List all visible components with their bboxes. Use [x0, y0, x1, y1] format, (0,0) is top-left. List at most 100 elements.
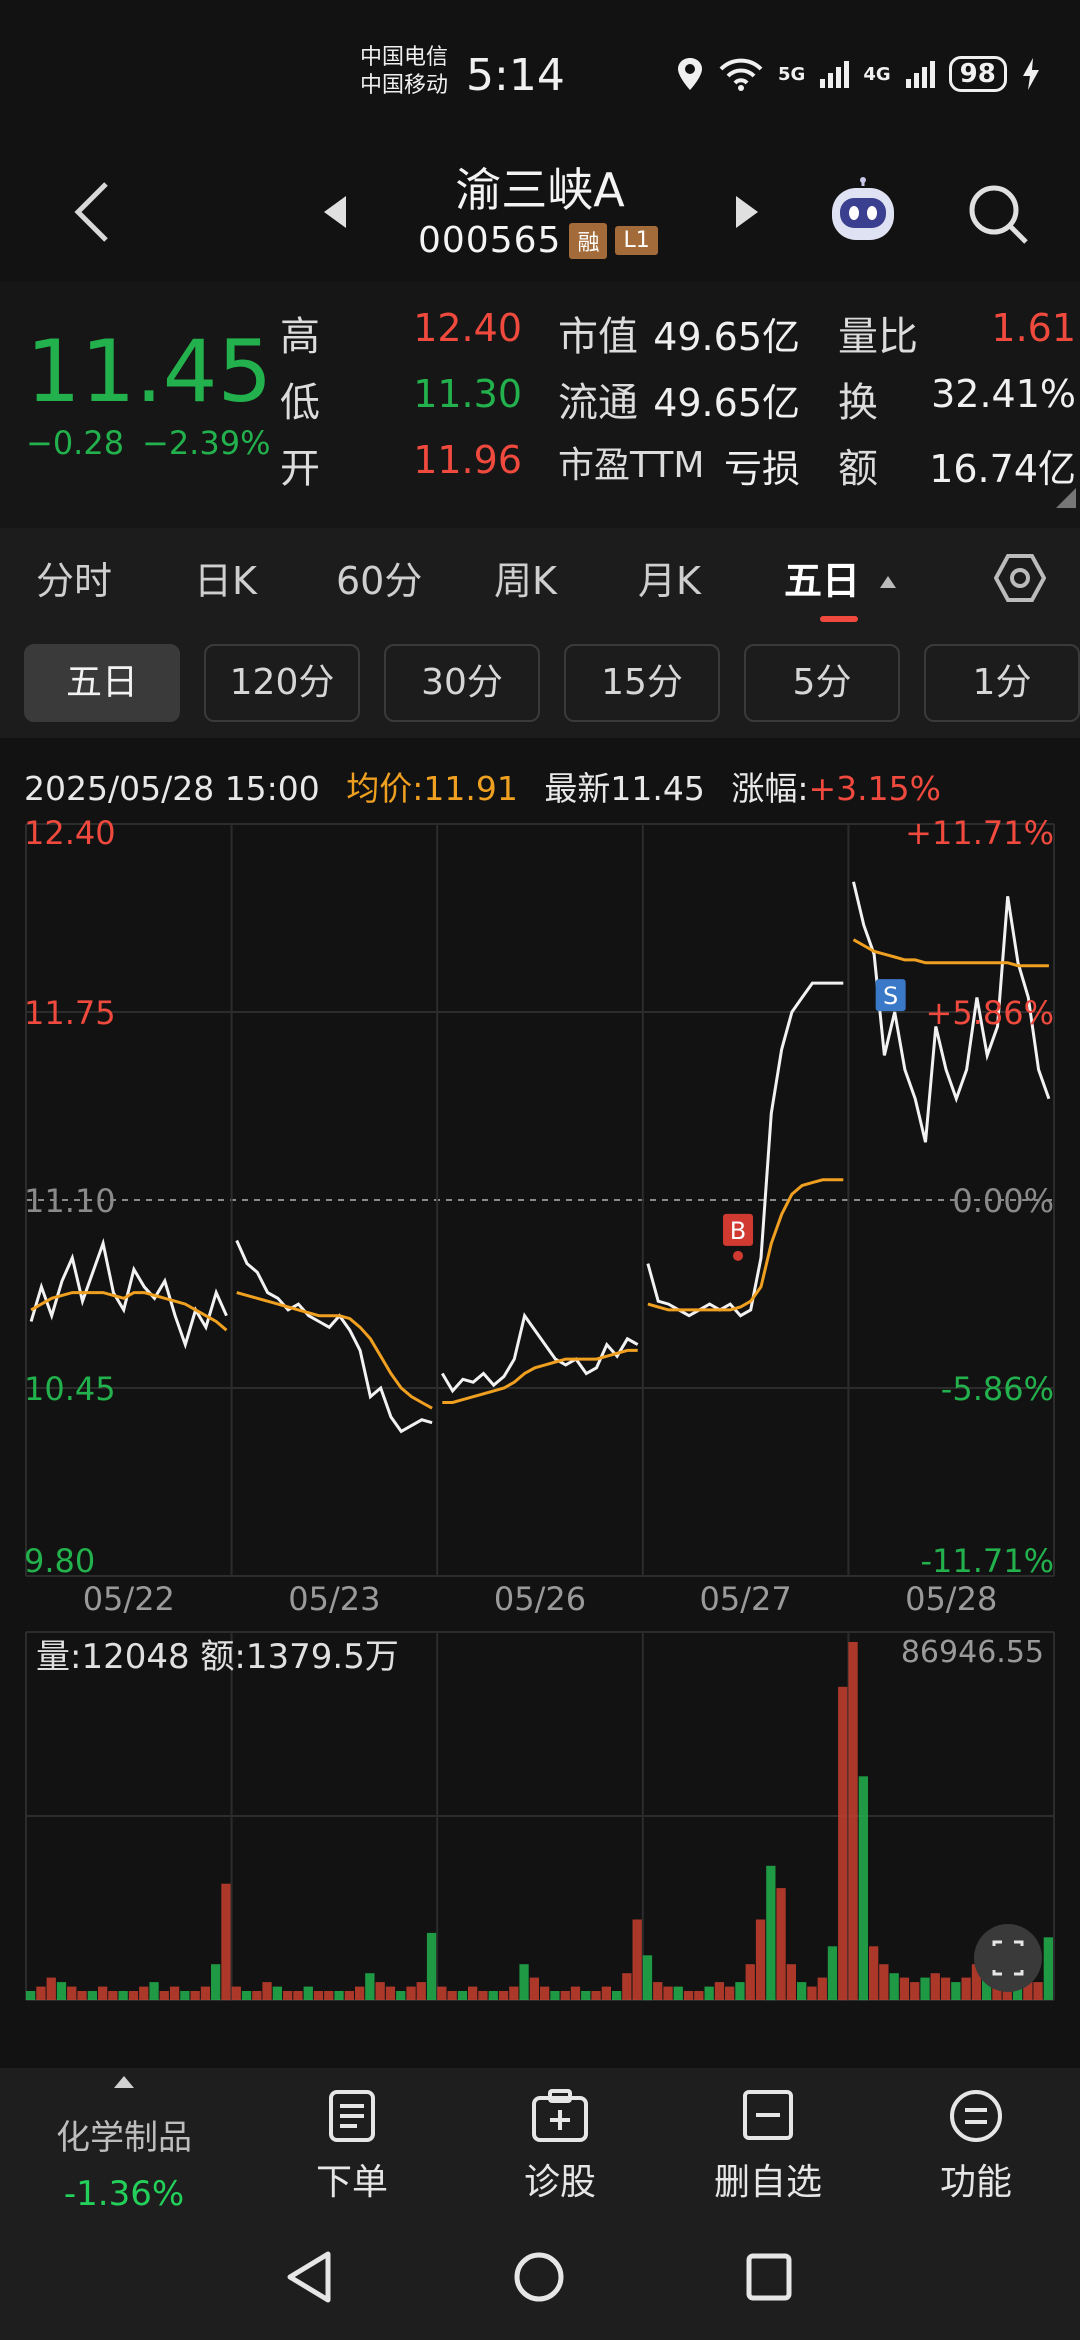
subtab-5min[interactable]: 5分	[744, 644, 900, 722]
volume-bar	[149, 1982, 159, 2000]
system-back-icon[interactable]	[284, 2250, 334, 2304]
volume-bar	[766, 1865, 776, 2001]
subtab-five-day[interactable]: 五日	[24, 644, 180, 722]
order-icon	[329, 2090, 375, 2142]
series-avg-line	[852, 938, 1049, 968]
functions-button[interactable]: 功能	[896, 2088, 1056, 2205]
active-tab-indicator	[820, 616, 858, 622]
price-change: −0.28	[26, 424, 125, 462]
tab-day-k[interactable]: 日K	[194, 550, 257, 605]
sector-name[interactable]: 化学制品	[44, 2110, 204, 2159]
five-day-chart[interactable]: 12.40 11.75 11.10 10.45 9.80 +11.71% +5.86% 0.0…	[0, 800, 1080, 2040]
volume-bar	[159, 1991, 169, 2000]
stock-code: 000565	[418, 220, 562, 261]
volume-bar	[735, 1982, 745, 2000]
volume-bar	[529, 1977, 539, 2000]
system-recents-icon[interactable]	[744, 2250, 794, 2304]
volume-bar	[262, 1982, 272, 2000]
signal-5g-icon: 5G	[778, 63, 806, 85]
volume-bar	[673, 1986, 683, 2000]
volume-bar	[313, 1991, 324, 2000]
amount-value: 16.74亿	[929, 447, 1076, 491]
ai-assistant-icon[interactable]	[826, 176, 900, 246]
signal-bars-icon	[820, 61, 850, 88]
order-button[interactable]: 下单	[272, 2088, 432, 2205]
pct-axis-label: -5.86%	[941, 1370, 1054, 1408]
sector-expand-icon[interactable]	[112, 2074, 136, 2090]
volume-bar	[169, 1986, 180, 2000]
volume-bar	[128, 1991, 139, 2000]
volume-bar	[889, 1973, 899, 2000]
remove-watchlist-button[interactable]: 删自选	[688, 2088, 848, 2205]
volume-bar	[77, 1991, 87, 2000]
stock-code-row: 000565 融 L1	[418, 220, 658, 261]
volume-bar	[365, 1973, 375, 2000]
volume-bar	[920, 1977, 930, 2000]
volume-bar	[797, 1982, 807, 2000]
volume-bar	[139, 1986, 149, 2000]
volume-bar	[108, 1991, 118, 2000]
mcap-label: 市值	[558, 314, 638, 360]
volume-bar	[426, 1932, 437, 2000]
tab-five-day[interactable]: 五日	[784, 550, 860, 605]
tab-intraday[interactable]: 分时	[36, 550, 112, 605]
charging-icon	[1022, 58, 1039, 90]
volume-bar	[776, 1888, 786, 2000]
series-price-line	[235, 1239, 433, 1434]
diagnose-button[interactable]: 诊股	[480, 2088, 640, 2205]
volume-bar	[642, 1955, 653, 2001]
volume-bar	[437, 1986, 447, 2000]
volume-bar	[838, 1686, 848, 2001]
volume-bar	[87, 1991, 97, 2000]
tab-60min[interactable]: 60分	[336, 550, 422, 605]
date-axis-label: 05/23	[288, 1580, 380, 1618]
pct-axis-label: 0.00%	[952, 1182, 1054, 1220]
stock-header: 渝三峡A 000565 融 L1	[0, 150, 1080, 280]
subtab-120min[interactable]: 120分	[204, 644, 360, 722]
volume-bar	[858, 1776, 868, 2001]
volume-bar	[396, 1991, 406, 2000]
volume-bar	[498, 1991, 509, 2000]
tab-week-k[interactable]: 周K	[494, 550, 557, 605]
next-stock-icon[interactable]	[734, 194, 760, 230]
volume-bar	[231, 1986, 241, 2000]
low-label: 低	[280, 380, 320, 426]
volume-bar	[704, 1986, 714, 2000]
volume-bar	[745, 1964, 755, 2000]
status-icons: 5G 4G 98	[676, 56, 1041, 92]
volume-bar	[930, 1973, 940, 2000]
volume-bar	[653, 1982, 663, 2000]
series-price-line	[646, 981, 844, 1318]
volume-bar	[190, 1991, 200, 2000]
subtab-1min[interactable]: 1分	[924, 644, 1080, 722]
functions-label: 功能	[939, 2162, 1012, 2203]
system-home-icon[interactable]	[512, 2250, 566, 2304]
margin-badge: 融	[569, 222, 608, 259]
float-value: 49.65亿	[653, 381, 800, 425]
sector-change: -1.36%	[63, 2174, 185, 2214]
sell-marker-label: S	[883, 982, 898, 1010]
chart-settings-icon[interactable]	[994, 552, 1046, 604]
tab-month-k[interactable]: 月K	[638, 550, 701, 605]
volume-bar	[118, 1991, 128, 2000]
volume-bar	[221, 1883, 231, 2001]
volume-bar	[509, 1986, 519, 2000]
search-icon[interactable]	[966, 182, 1030, 246]
subtab-15min[interactable]: 15分	[564, 644, 720, 722]
volume-bar	[344, 1991, 354, 2000]
volume-bar	[478, 1991, 488, 2000]
volume-bar	[581, 1991, 591, 2000]
fullscreen-button	[974, 1924, 1042, 1992]
volume-bar	[46, 1977, 56, 2000]
clock: 5:14	[466, 50, 565, 101]
subtab-30min[interactable]: 30分	[384, 644, 540, 722]
diagnose-icon	[532, 2089, 588, 2142]
volume-ratio-value: 1.61	[991, 306, 1076, 350]
volume-bar	[570, 1986, 581, 2000]
volume-bar	[324, 1991, 334, 2000]
dropdown-up-icon[interactable]	[878, 574, 898, 590]
current-price: 11.45	[26, 322, 273, 422]
open-value: 11.96	[413, 438, 522, 482]
volume-bar	[817, 1977, 827, 2000]
expand-corner-icon[interactable]	[1056, 488, 1076, 508]
